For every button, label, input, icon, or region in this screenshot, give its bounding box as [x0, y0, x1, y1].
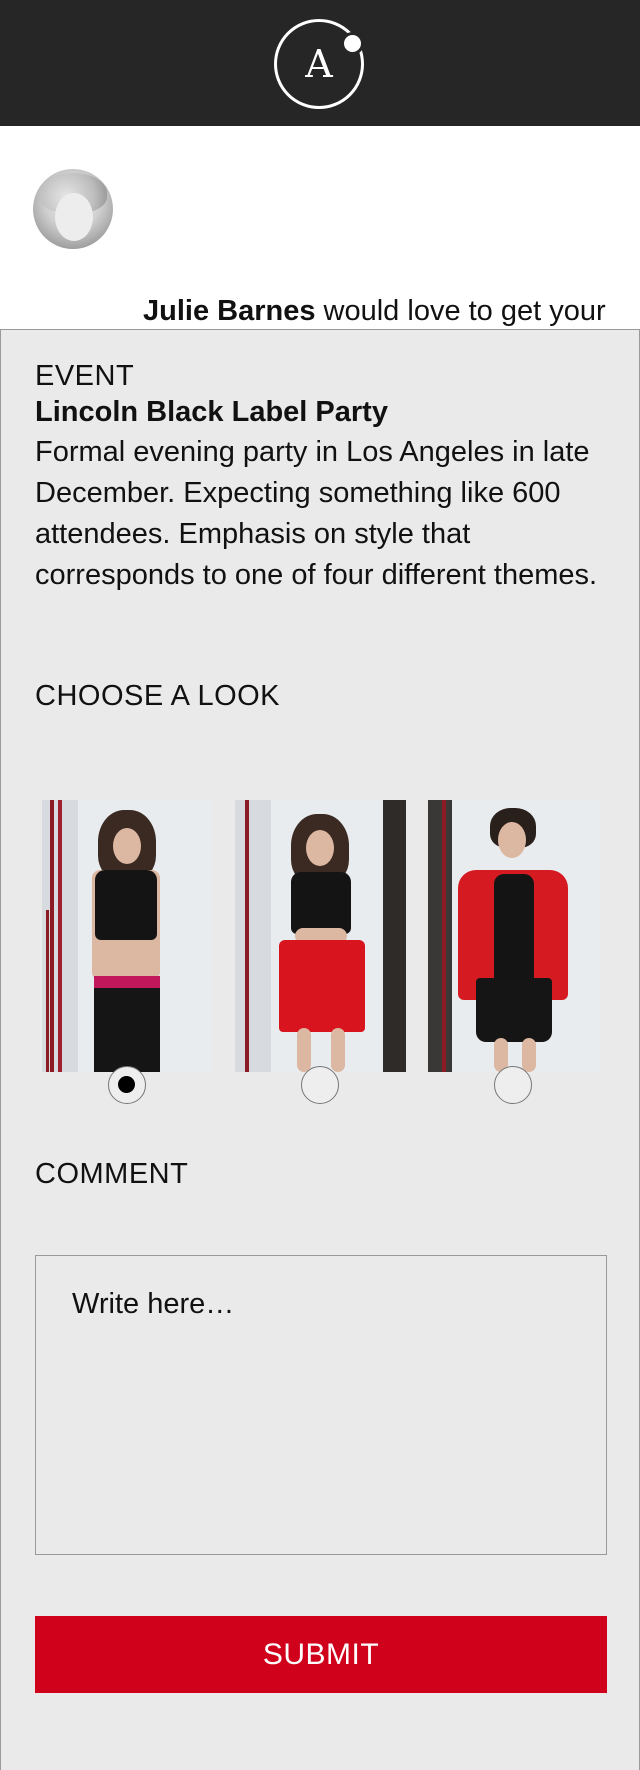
model-leg [297, 1028, 311, 1072]
logo-letter: A [305, 42, 333, 86]
decor-frame [50, 800, 54, 1072]
curtain [383, 800, 406, 1072]
feedback-panel: EVENT Lincoln Black Label Party Formal e… [0, 330, 640, 1770]
model-leg [522, 1038, 536, 1072]
look-option-2[interactable] [235, 800, 406, 1072]
window-background [428, 800, 452, 1072]
top-bar: A [0, 0, 640, 126]
request-intro: Julie Barnes would love to get your feed… [0, 126, 640, 409]
look-radio-1[interactable] [108, 1066, 146, 1104]
model-face [113, 828, 141, 864]
avatar [33, 169, 113, 249]
model-face [306, 830, 334, 866]
event-description: Formal evening party in Los Angeles in l… [35, 436, 598, 591]
avatar-face [55, 193, 93, 241]
requester-name: Julie Barnes [143, 295, 316, 327]
black-top [494, 874, 534, 994]
red-pleated-skirt [279, 940, 365, 1032]
black-crop-top [95, 870, 157, 940]
model-face [498, 822, 526, 858]
look-radio-3[interactable] [494, 1066, 532, 1104]
black-crop-top [291, 872, 351, 934]
look-radio-2[interactable] [301, 1066, 339, 1104]
decor-frame [58, 800, 62, 1072]
look-option-1[interactable] [42, 800, 213, 1072]
event-section-label: EVENT [35, 360, 135, 392]
logo-dot-icon [341, 32, 364, 55]
black-pants [94, 988, 160, 1072]
decor-frame [442, 800, 446, 1072]
model-leg [331, 1028, 345, 1072]
comment-textarea[interactable] [35, 1255, 607, 1555]
look-option-3[interactable] [428, 800, 599, 1072]
black-leather-skirt [476, 978, 552, 1042]
decor-frame [245, 800, 249, 1072]
comment-label: COMMENT [35, 1158, 189, 1190]
choose-look-label: CHOOSE A LOOK [35, 680, 281, 712]
event-name: Lincoln Black Label Party [35, 396, 388, 428]
decor-frame [46, 910, 49, 1072]
app-logo[interactable]: A [274, 19, 364, 109]
submit-button[interactable]: SUBMIT [35, 1616, 607, 1693]
window-background [235, 800, 271, 1072]
